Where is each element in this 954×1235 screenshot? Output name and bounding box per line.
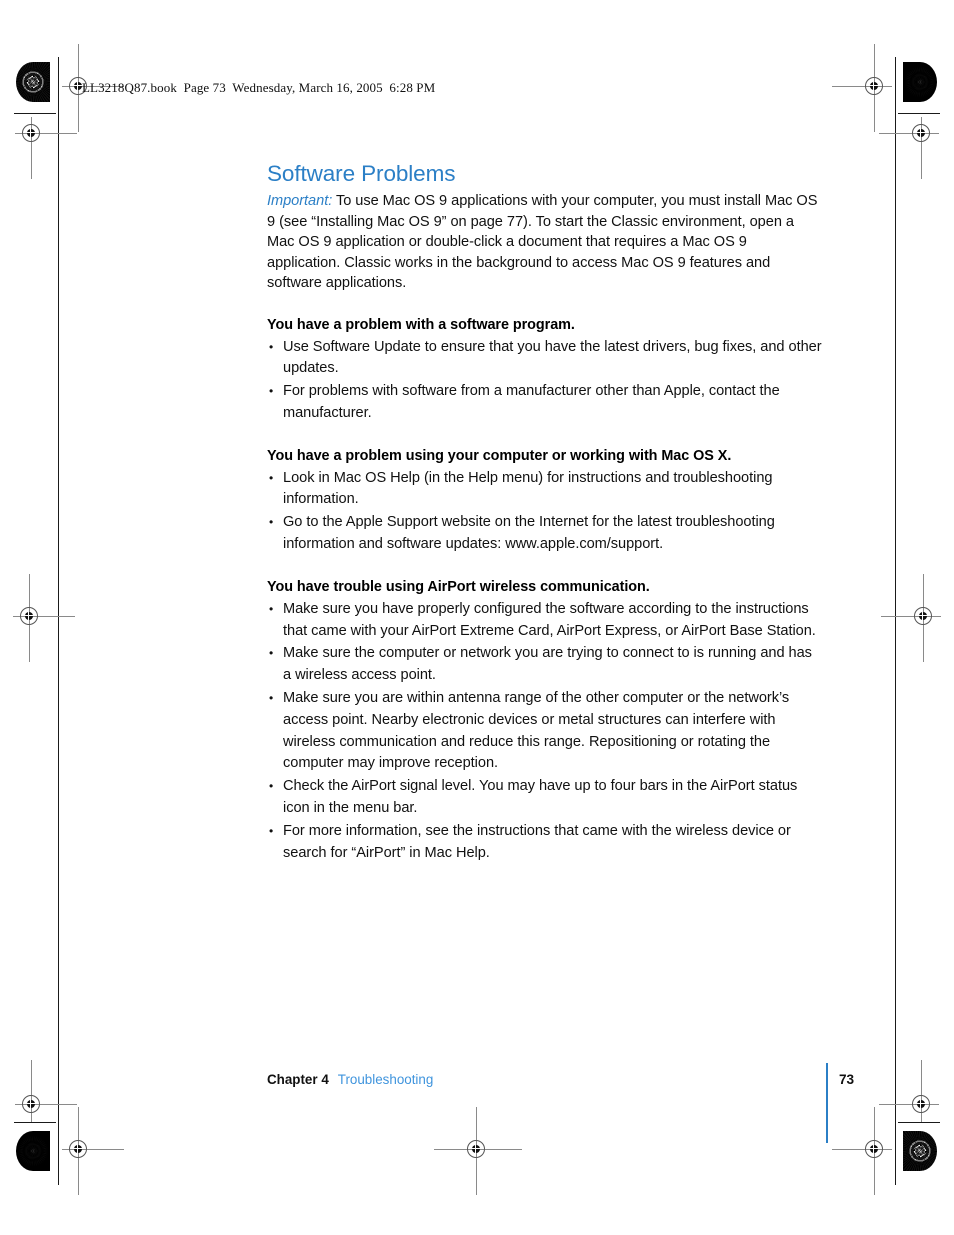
registration-mark-top-left-secondary [15,117,77,179]
intro-paragraph-text: To use Mac OS 9 applications with your c… [267,193,818,291]
registration-mark-mid-right [881,574,941,662]
color-burst-target-bottom-left [16,1131,50,1171]
content-column: Software Problems Important: To use Mac … [267,160,823,865]
footer: Chapter 4 Troubleshooting [267,1071,857,1089]
color-burst-target-top-left [16,62,50,102]
registration-mark-mid-left [13,574,75,662]
list-item: For more information, see the instructio… [267,821,823,865]
registration-mark-bottom-left [62,1107,124,1195]
registration-mark-bottom-left-secondary [15,1060,77,1122]
registration-mark-bottom-right-secondary [879,1060,939,1122]
section-airport-wireless: You have trouble using AirPort wireless … [267,577,823,865]
list-item: Make sure you are within antenna range o… [267,688,823,775]
section-mac-os-x: You have a problem using your computer o… [267,446,823,556]
document-page: LL3218Q87.book Page 73 Wednesday, March … [0,0,954,1235]
running-head: LL3218Q87.book Page 73 Wednesday, March … [82,80,436,95]
section-heading: You have a problem using your computer o… [267,447,732,464]
registration-mark-bottom-right [832,1107,892,1195]
registration-mark-bottom-center [434,1107,522,1195]
list-item: Go to the Apple Support website on the I… [267,512,823,556]
list-item: Look in Mac OS Help (in the Help menu) f… [267,468,823,512]
list-item: Check the AirPort signal level. You may … [267,776,823,820]
footer-chapter-title: Troubleshooting [337,1072,434,1087]
list-item: Make sure you have properly configured t… [267,599,823,643]
trim-line-right [895,57,896,1185]
registration-mark-top-right [832,44,892,132]
section-heading: You have trouble using AirPort wireless … [267,578,650,595]
list-item: For problems with software from a manufa… [267,381,823,425]
bullet-list: Make sure you have properly configured t… [267,599,823,865]
list-item: Use Software Update to ensure that you h… [267,337,823,381]
section-software-program: You have a problem with a software progr… [267,315,823,425]
footer-chapter-number: Chapter 4 [267,1072,329,1087]
sections-container: You have a problem with a software progr… [267,315,823,865]
trim-line-top-left [14,113,56,114]
trim-line-bottom-right [898,1122,940,1123]
page-number: 73 [839,1072,855,1087]
important-label: Important: [267,193,333,209]
section-heading: You have a problem with a software progr… [267,316,575,333]
list-item: Make sure the computer or network you ar… [267,643,823,687]
bullet-list: Look in Mac OS Help (in the Help menu) f… [267,468,823,556]
color-burst-target-top-right [903,62,937,102]
intro-paragraph: Important: To use Mac OS 9 applications … [267,191,823,294]
trim-line-left [58,57,59,1185]
trim-line-top-right [898,113,940,114]
page-title: Software Problems [267,161,456,186]
folio-rule [826,1063,828,1143]
bullet-list: Use Software Update to ensure that you h… [267,337,823,425]
registration-mark-top-right-secondary [879,117,939,179]
trim-line-bottom-left [14,1122,56,1123]
color-burst-target-bottom-right [903,1131,937,1171]
